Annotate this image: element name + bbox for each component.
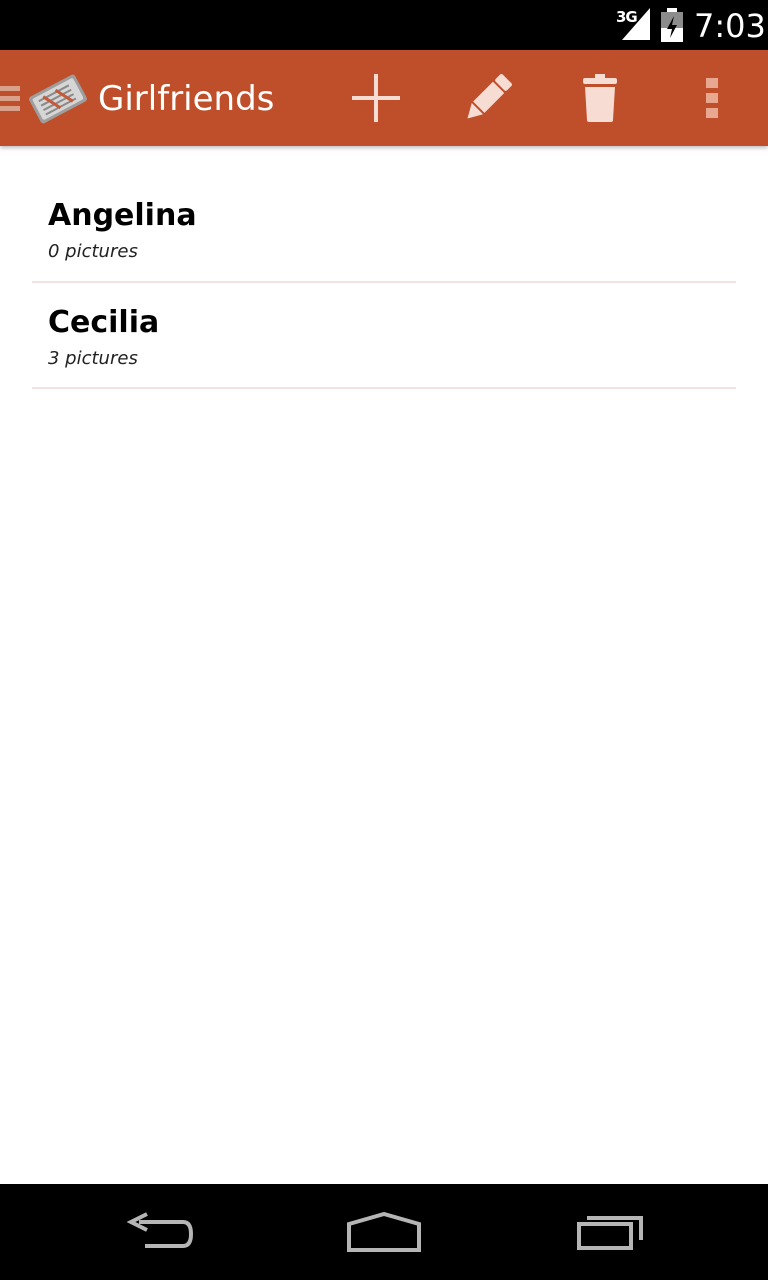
item-picture-count: 3 pictures: [48, 348, 138, 369]
screen: 3G 7:03 Girlfriends Angelina 0 pictures …: [0, 0, 768, 1280]
trash-icon: [583, 74, 617, 122]
overflow-menu-button[interactable]: [664, 50, 760, 146]
navigation-bar: [0, 1184, 768, 1280]
delete-button[interactable]: [552, 50, 648, 146]
list-item[interactable]: Angelina 0 pictures: [32, 146, 736, 283]
recents-icon: [577, 1216, 643, 1250]
item-name: Angelina: [48, 198, 197, 233]
item-name: Cecilia: [48, 305, 160, 340]
edit-button[interactable]: [440, 50, 536, 146]
home-button[interactable]: [314, 1184, 454, 1280]
back-button[interactable]: [90, 1184, 230, 1280]
status-bar: 3G 7:03: [0, 0, 768, 50]
app-logo-icon[interactable]: [26, 70, 90, 128]
drawer-indicator-icon[interactable]: [0, 84, 20, 114]
add-icon: [352, 74, 400, 122]
list-item[interactable]: Cecilia 3 pictures: [32, 283, 736, 389]
clock: 7:03: [694, 7, 766, 45]
battery-charging-icon: [661, 8, 683, 42]
girlfriends-list: Angelina 0 pictures Cecilia 3 pictures: [32, 146, 736, 389]
item-picture-count: 0 pictures: [48, 241, 138, 262]
network-type-label: 3G: [616, 8, 638, 26]
back-icon: [126, 1212, 194, 1248]
overflow-menu-icon: [706, 78, 718, 118]
page-title: Girlfriends: [98, 79, 275, 119]
action-bar: Girlfriends: [0, 50, 768, 146]
edit-pencil-icon: [467, 74, 512, 119]
add-button[interactable]: [328, 50, 424, 146]
recents-button[interactable]: [540, 1184, 680, 1280]
home-icon: [347, 1212, 421, 1252]
